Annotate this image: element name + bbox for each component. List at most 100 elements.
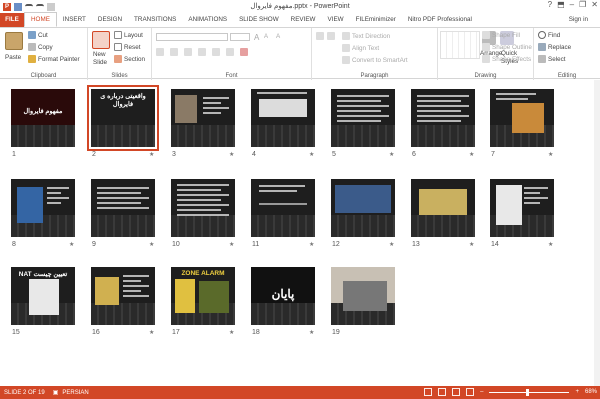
transition-star-icon[interactable]: ★ [548, 151, 553, 158]
spell-check-icon[interactable]: ▣ [53, 389, 59, 396]
thumbnail-image [199, 281, 229, 313]
select-button[interactable]: Select [538, 55, 566, 63]
reset-button[interactable]: Reset [114, 43, 140, 51]
transition-star-icon[interactable]: ★ [389, 151, 394, 158]
normal-view-icon[interactable] [424, 388, 433, 396]
slide-thumbnail-18[interactable]: پایان [251, 267, 315, 325]
slide-thumbnail-13[interactable] [411, 179, 475, 237]
reading-view-icon[interactable] [452, 388, 461, 396]
language-indicator[interactable]: PERSIAN [62, 390, 88, 396]
help-button[interactable]: ? [548, 0, 552, 9]
slide-thumbnail-4[interactable] [251, 89, 315, 147]
slide-thumbnail-12[interactable] [331, 179, 395, 237]
restore-button[interactable]: ❐ [579, 0, 586, 9]
transition-star-icon[interactable]: ★ [548, 241, 553, 248]
italic-icon[interactable] [170, 48, 178, 56]
tab-design[interactable]: DESIGN [92, 13, 128, 27]
tab-slide-show[interactable]: SLIDE SHOW [233, 13, 285, 27]
transition-star-icon[interactable]: ★ [469, 241, 474, 248]
sign-in-link[interactable]: Sign in [569, 16, 588, 23]
change-case-icon[interactable] [226, 48, 234, 56]
shape-outline-button[interactable]: Shape Outline [482, 43, 532, 51]
bullets-icon[interactable] [316, 32, 324, 40]
thumbnail-image [175, 95, 197, 123]
ribbon-display-button[interactable]: ⬒ [557, 0, 565, 9]
clear-formatting-button[interactable]: A [276, 33, 280, 40]
zoom-slider[interactable] [489, 388, 570, 396]
transition-star-icon[interactable]: ★ [149, 241, 154, 248]
transition-star-icon[interactable]: ★ [309, 241, 314, 248]
zoom-in-button[interactable]: + [575, 389, 579, 395]
grow-font-button[interactable]: A [254, 33, 259, 42]
transition-star-icon[interactable]: ★ [469, 151, 474, 158]
font-size-box[interactable] [230, 33, 250, 41]
char-spacing-icon[interactable] [212, 48, 220, 56]
format-painter-button[interactable]: Format Painter [28, 55, 80, 63]
slide-thumbnail-14[interactable] [490, 179, 554, 237]
vertical-scrollbar[interactable] [594, 80, 600, 386]
font-color-icon[interactable] [240, 48, 248, 56]
font-name-box[interactable] [156, 33, 228, 41]
transition-star-icon[interactable]: ★ [229, 151, 234, 158]
bold-icon[interactable] [156, 48, 164, 56]
slide-thumbnail-1[interactable]: مفهوم فایروال [11, 89, 75, 147]
layout-button[interactable]: Layout [114, 31, 143, 39]
tab-review[interactable]: REVIEW [285, 13, 322, 27]
section-button[interactable]: Section [114, 55, 145, 63]
align-text-button[interactable]: Align Text [342, 44, 379, 52]
tab-insert[interactable]: INSERT [57, 13, 92, 27]
zoom-out-button[interactable]: – [480, 389, 483, 395]
tab-file[interactable]: FILE [0, 13, 24, 27]
tab-view[interactable]: VIEW [322, 13, 350, 27]
thumbnail-text-line [337, 120, 381, 122]
tab-transitions[interactable]: TRANSITIONS [128, 13, 182, 27]
transition-star-icon[interactable]: ★ [309, 151, 314, 158]
new-slide-button[interactable]: New [93, 51, 106, 58]
thumbnail-image [259, 203, 307, 205]
transition-star-icon[interactable]: ★ [149, 329, 154, 336]
slide-thumbnail-5[interactable] [331, 89, 395, 147]
slide-thumbnail-19[interactable] [331, 267, 395, 325]
slide-thumbnail-2[interactable]: واقعیتی درباره ی فایروال [87, 85, 159, 151]
text-direction-button[interactable]: Text Direction [342, 32, 390, 40]
shape-effects-button[interactable]: Shape Effects [482, 55, 531, 63]
slide-thumbnail-8[interactable] [11, 179, 75, 237]
transition-star-icon[interactable]: ★ [309, 329, 314, 336]
slide-thumbnail-11[interactable] [251, 179, 315, 237]
transition-star-icon[interactable]: ★ [229, 329, 234, 336]
transition-star-icon[interactable]: ★ [229, 241, 234, 248]
slide-sorter-view-icon[interactable] [438, 388, 447, 396]
minimize-button[interactable]: – [570, 0, 574, 9]
tab-fileminimizer[interactable]: FILEminimizer [350, 13, 402, 27]
slideshow-view-icon[interactable] [466, 388, 475, 396]
transition-star-icon[interactable]: ★ [389, 241, 394, 248]
close-button[interactable]: ✕ [591, 0, 598, 9]
find-button[interactable]: Find [538, 31, 560, 39]
slide-thumbnail-16[interactable] [91, 267, 155, 325]
slide-thumbnail-6[interactable] [411, 89, 475, 147]
slide-thumbnail-15[interactable]: NAT تعیین چیست [11, 267, 75, 325]
tab-home[interactable]: HOME [24, 12, 57, 27]
slide-thumbnail-17[interactable]: ZONE ALARM [171, 267, 235, 325]
convert-smartart-button[interactable]: Convert to SmartArt [342, 56, 408, 64]
underline-icon[interactable] [184, 48, 192, 56]
slide-thumbnail-3[interactable] [171, 89, 235, 147]
strikethrough-icon[interactable] [198, 48, 206, 56]
shape-fill-button[interactable]: Shape Fill [482, 31, 520, 39]
transition-star-icon[interactable]: ★ [149, 151, 154, 158]
transition-star-icon[interactable]: ★ [69, 241, 74, 248]
replace-button[interactable]: Replace [538, 43, 571, 51]
slide-thumbnail-7[interactable] [490, 89, 554, 147]
copy-button[interactable]: Copy [28, 43, 53, 51]
slide-thumbnail-9[interactable] [91, 179, 155, 237]
numbering-icon[interactable] [327, 32, 335, 40]
slide-thumbnail-10[interactable] [171, 179, 235, 237]
tab-nitro-pdf[interactable]: Nitro PDF Professional [402, 13, 478, 27]
cut-button[interactable]: Cut [28, 31, 48, 39]
paste-button[interactable]: Paste [5, 54, 21, 61]
shapes-gallery[interactable] [440, 31, 480, 59]
shrink-font-button[interactable]: A [264, 34, 268, 40]
tab-animations[interactable]: ANIMATIONS [182, 13, 233, 27]
zoom-level[interactable]: 68% [585, 389, 597, 395]
zoom-slider-thumb[interactable] [526, 388, 530, 396]
